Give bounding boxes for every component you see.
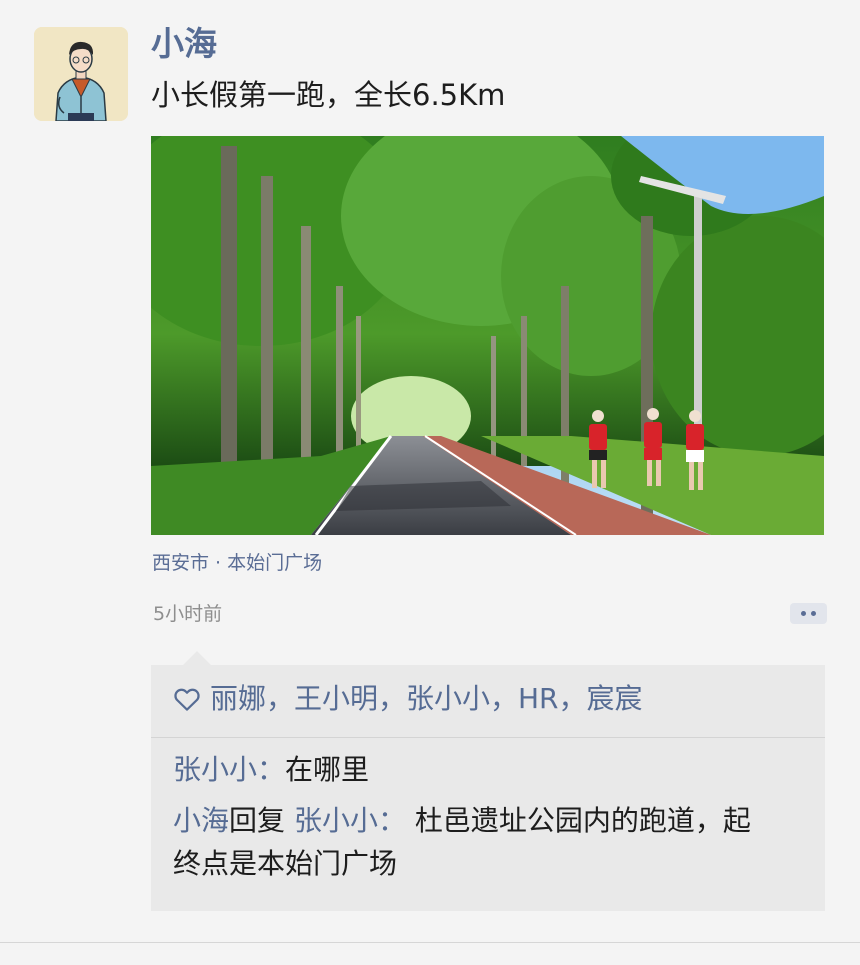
post-photo[interactable] <box>151 136 824 535</box>
comment-separator: ： <box>377 804 406 837</box>
location-link[interactable]: 西安市 · 本始门广场 <box>152 549 322 577</box>
comment-box-pointer <box>183 651 211 665</box>
more-icon[interactable] <box>790 603 827 624</box>
comment-author[interactable]: 小海 <box>173 804 229 837</box>
post-text: 小长假第一跑，全长6.5Km <box>151 78 506 112</box>
divider <box>0 942 860 943</box>
comment-text: 在哪里 <box>285 753 370 786</box>
likes-row: 丽娜，王小明，张小小，HR，宸宸 <box>172 679 643 719</box>
divider <box>151 737 825 738</box>
comment-item[interactable]: 小海回复 张小小： 杜邑遗址公园内的跑道，起 终点是本始门广场 <box>173 799 813 885</box>
likes-comments-panel: 丽娜，王小明，张小小，HR，宸宸 张小小：在哪里 小海回复 张小小： 杜邑遗址公… <box>151 665 825 911</box>
running-path-photo <box>151 136 824 535</box>
reply-to-name[interactable]: 张小小 <box>294 804 378 837</box>
comment-separator: ： <box>257 753 286 786</box>
author-name[interactable]: 小海 <box>151 24 217 64</box>
comment-item[interactable]: 张小小：在哪里 <box>173 748 813 791</box>
avatar[interactable] <box>34 27 128 121</box>
comment-text-continued: 终点是本始门广场 <box>173 847 398 880</box>
avatar-illustration <box>34 27 128 121</box>
comment-author[interactable]: 张小小 <box>173 753 257 786</box>
heart-icon <box>174 688 200 711</box>
post-time: 5小时前 <box>153 603 223 625</box>
liker-names[interactable]: 丽娜，王小明，张小小，HR，宸宸 <box>210 679 643 719</box>
comment-text: 杜邑遗址公园内的跑道，起 <box>414 804 751 837</box>
reply-word: 回复 <box>229 804 286 837</box>
